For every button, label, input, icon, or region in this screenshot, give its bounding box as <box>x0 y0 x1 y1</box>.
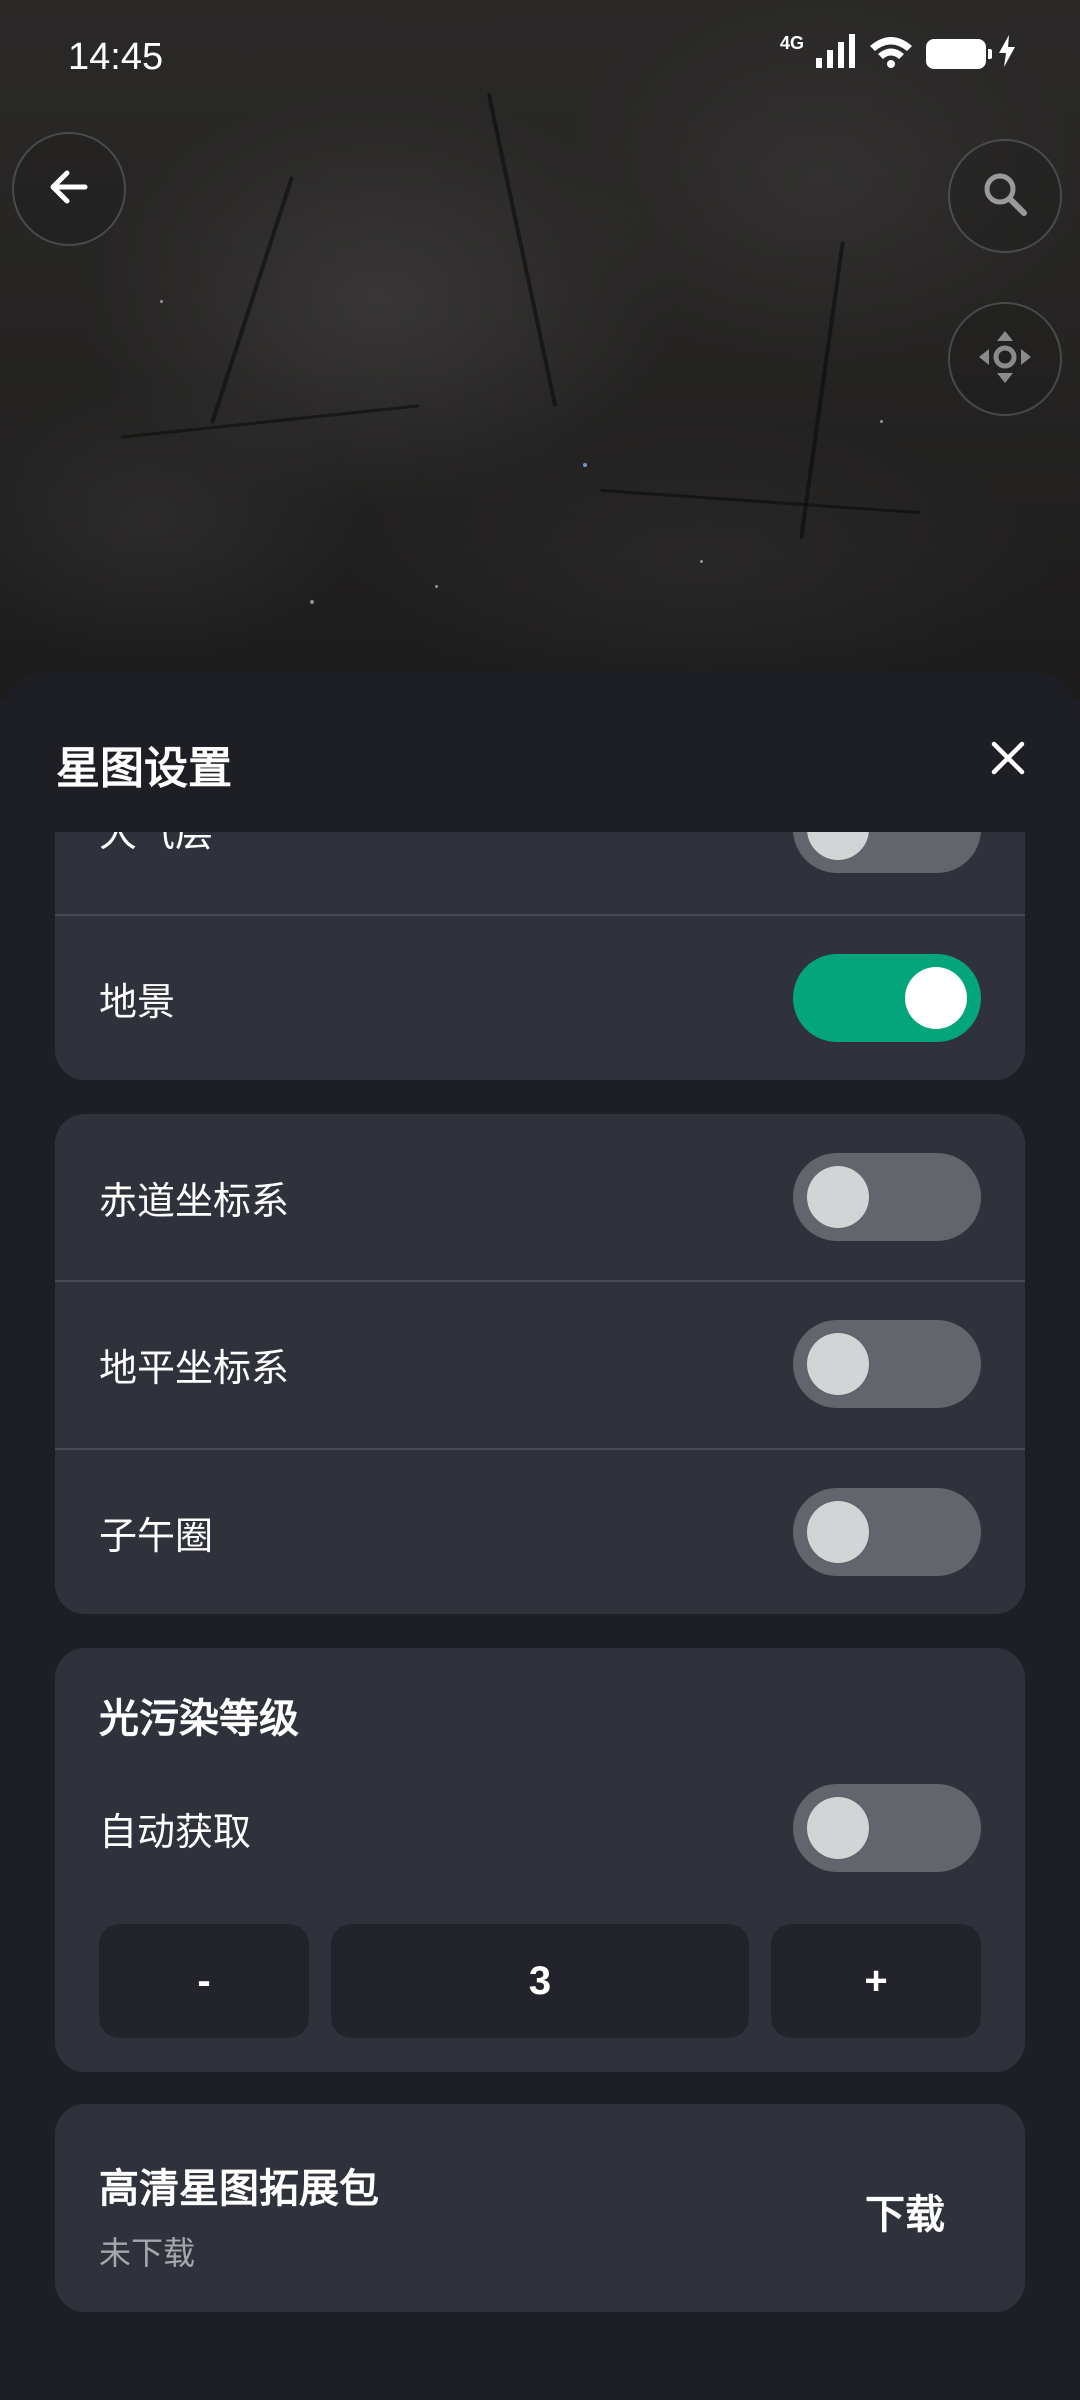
signal-icon <box>816 34 856 73</box>
recenter-icon <box>975 327 1035 392</box>
back-button[interactable] <box>12 132 126 246</box>
wifi-icon <box>868 34 914 73</box>
setting-row-equatorial[interactable]: 赤道坐标系 <box>55 1114 1025 1280</box>
status-time: 14:45 <box>68 36 164 78</box>
recenter-button[interactable] <box>948 302 1062 416</box>
coordinates-card: 赤道坐标系 地平坐标系 子午圈 <box>55 1114 1025 1614</box>
sheet-title: 星图设置 <box>56 744 232 793</box>
network-type: 4G <box>779 33 804 53</box>
setting-row-auto-fetch[interactable]: 自动获取 <box>55 1758 1025 1898</box>
search-button[interactable] <box>948 139 1062 253</box>
toggle-knob <box>807 1797 869 1859</box>
setting-row-meridian[interactable]: 子午圈 <box>55 1448 1025 1614</box>
charging-icon <box>998 35 1016 72</box>
auto-fetch-toggle[interactable] <box>793 1784 981 1872</box>
close-icon <box>988 738 1028 783</box>
horizontal-grid-toggle[interactable] <box>793 1320 981 1408</box>
search-icon <box>980 169 1030 224</box>
meridian-toggle[interactable] <box>793 1488 981 1576</box>
light-pollution-card: 光污染等级 自动获取 - 3 + <box>55 1648 1025 2072</box>
screen: 14:45 4G 星图设置 大气层 地景 赤道坐标系 地平坐标系 子午圈 光污染… <box>0 0 1080 2400</box>
setting-label: 地平坐标系 <box>99 1347 290 1390</box>
light-pollution-title: 光污染等级 <box>99 1697 299 1741</box>
toggle-knob <box>807 1501 869 1563</box>
setting-label: 自动获取 <box>99 1811 252 1854</box>
decrement-button[interactable]: - <box>99 1924 309 2038</box>
arrow-left-icon <box>45 163 93 216</box>
toggle-knob <box>807 1333 869 1395</box>
toggle-knob <box>905 967 967 1029</box>
hd-pack-status: 未下载 <box>99 2235 196 2271</box>
light-pollution-value: 3 <box>331 1924 749 2038</box>
setting-label: 子午圈 <box>99 1515 214 1558</box>
download-button[interactable]: 下载 <box>865 2182 945 2240</box>
status-icons: 4G <box>779 33 1016 73</box>
setting-row-horizontal[interactable]: 地平坐标系 <box>55 1280 1025 1446</box>
hd-pack-card: 高清星图拓展包 未下载 下载 <box>55 2104 1025 2312</box>
setting-label: 地景 <box>99 981 176 1024</box>
setting-row-landscape[interactable]: 地景 <box>55 914 1025 1080</box>
status-bar: 14:45 4G <box>0 0 1080 120</box>
toggle-knob <box>807 1166 869 1228</box>
increment-button[interactable]: + <box>771 1924 981 2038</box>
close-button[interactable] <box>976 728 1040 792</box>
setting-label: 赤道坐标系 <box>99 1180 290 1223</box>
landscape-toggle[interactable] <box>793 954 981 1042</box>
equatorial-grid-toggle[interactable] <box>793 1153 981 1241</box>
sheet-header: 星图设置 <box>0 672 1080 832</box>
hd-pack-title: 高清星图拓展包 <box>99 2167 379 2211</box>
battery-icon <box>926 38 992 69</box>
settings-sheet: 星图设置 大气层 地景 赤道坐标系 地平坐标系 子午圈 光污染等级 自动获取 -… <box>0 672 1080 2400</box>
